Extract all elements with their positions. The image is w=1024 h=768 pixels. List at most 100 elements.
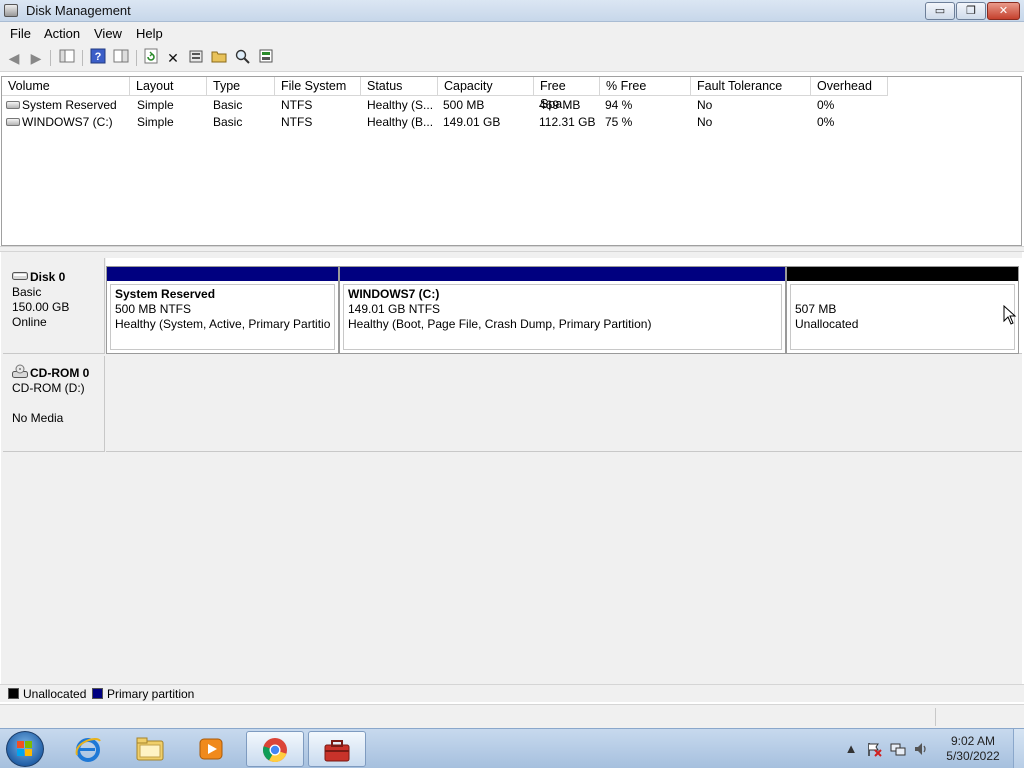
column-header-volume[interactable]: Volume bbox=[2, 77, 130, 96]
network-icon[interactable] bbox=[890, 741, 906, 757]
partition-status: Healthy (Boot, Page File, Crash Dump, Pr… bbox=[348, 317, 652, 331]
legend: Unallocated Primary partition bbox=[0, 684, 1024, 702]
title-bar: Disk Management ▭ ❐ ✕ bbox=[0, 0, 1024, 22]
volume-icon bbox=[6, 118, 20, 126]
partition-size: 500 MB NTFS bbox=[115, 302, 192, 316]
cell-percent-free: 94 % bbox=[605, 98, 633, 112]
column-header-fault-tolerance[interactable]: Fault Tolerance bbox=[691, 77, 811, 96]
hard-disk-icon bbox=[12, 272, 28, 280]
menu-file[interactable]: File bbox=[10, 26, 31, 41]
partition-system-reserved[interactable]: System Reserved 500 MB NTFS Healthy (Sys… bbox=[106, 266, 339, 354]
partition-windows7-c[interactable]: WINDOWS7 (C:) 149.01 GB NTFS Healthy (Bo… bbox=[339, 266, 786, 354]
properties-view-icon[interactable] bbox=[111, 48, 131, 68]
volume-icon[interactable] bbox=[913, 741, 929, 757]
cell-capacity: 149.01 GB bbox=[443, 115, 501, 129]
help-icon[interactable]: ? bbox=[88, 48, 108, 68]
disk-0-status: Online bbox=[12, 315, 47, 329]
partition-size: 149.01 GB NTFS bbox=[348, 302, 441, 316]
internet-explorer-icon bbox=[75, 737, 101, 762]
cell-status: Healthy (S... bbox=[367, 98, 434, 112]
partition-title bbox=[795, 287, 1010, 302]
column-header-capacity[interactable]: Capacity bbox=[438, 77, 534, 96]
taskbar-computer-management[interactable] bbox=[308, 731, 366, 767]
cell-free-space: 112.31 GB bbox=[539, 115, 596, 129]
taskbar-internet-explorer[interactable] bbox=[60, 731, 118, 767]
partition-unallocated[interactable]: 507 MB Unallocated bbox=[786, 266, 1019, 354]
volume-list[interactable]: Volume Layout Type File System Status Ca… bbox=[1, 76, 1022, 246]
legend-swatch-unallocated bbox=[8, 688, 19, 699]
cell-overhead: 0% bbox=[817, 98, 835, 112]
taskbar-chrome[interactable] bbox=[246, 731, 304, 767]
clock-time: 9:02 AM bbox=[950, 734, 996, 748]
chrome-icon bbox=[263, 738, 287, 762]
show-desktop-button[interactable] bbox=[1013, 729, 1024, 768]
computer-management-icon bbox=[324, 740, 350, 762]
cdrom-0-name: CD-ROM 0 bbox=[30, 366, 90, 380]
cell-volume: WINDOWS7 (C:) bbox=[22, 115, 113, 129]
cell-percent-free: 75 % bbox=[605, 115, 633, 129]
media-player-icon bbox=[199, 738, 223, 760]
windows-explorer-icon bbox=[136, 737, 164, 761]
properties-icon[interactable] bbox=[186, 48, 206, 68]
column-header-percent-free[interactable]: % Free bbox=[600, 77, 691, 96]
disk-0-name: Disk 0 bbox=[30, 270, 66, 284]
primary-partition-stripe bbox=[107, 267, 338, 281]
disk-0-type: Basic bbox=[12, 285, 42, 299]
column-header-status[interactable]: Status bbox=[361, 77, 438, 96]
column-header-file-system[interactable]: File System bbox=[275, 77, 361, 96]
menu-view[interactable]: View bbox=[94, 26, 122, 41]
cdrom-0-media: No Media bbox=[12, 411, 64, 425]
cdrom-0-drive: CD-ROM (D:) bbox=[12, 381, 85, 395]
cell-file-system: NTFS bbox=[281, 98, 313, 112]
mouse-cursor-icon bbox=[1003, 305, 1017, 325]
legend-label-unallocated: Unallocated bbox=[23, 687, 87, 701]
disk-management-app-icon bbox=[4, 4, 18, 17]
column-header-free-space[interactable]: Free Spa... bbox=[534, 77, 600, 111]
close-button[interactable]: ✕ bbox=[987, 2, 1020, 20]
unallocated-stripe bbox=[787, 267, 1018, 281]
cell-free-space: 469 MB bbox=[539, 98, 581, 112]
column-header-layout[interactable]: Layout bbox=[130, 77, 207, 96]
windows-logo-icon bbox=[17, 741, 33, 757]
disk-0-size: 150.00 GB bbox=[12, 300, 70, 314]
delete-icon[interactable]: ✕ bbox=[163, 48, 183, 68]
cell-file-system: NTFS bbox=[281, 115, 313, 129]
cell-volume: System Reserved bbox=[22, 98, 117, 112]
cell-overhead: 0% bbox=[817, 115, 835, 129]
cell-capacity: 500 MB bbox=[443, 98, 485, 112]
partition-title: System Reserved bbox=[115, 287, 216, 301]
back-arrow-icon[interactable]: ◀ bbox=[4, 48, 24, 68]
restore-button[interactable]: ❐ bbox=[956, 2, 986, 20]
start-button[interactable] bbox=[6, 731, 44, 767]
legend-swatch-primary bbox=[92, 688, 103, 699]
console-tree-icon[interactable] bbox=[57, 48, 77, 68]
menu-action[interactable]: Action bbox=[44, 26, 80, 41]
show-hidden-icons-icon[interactable]: ▲ bbox=[843, 741, 859, 757]
disk-0-label[interactable]: Disk 0 Basic 150.00 GB Online bbox=[3, 258, 105, 354]
cell-type: Basic bbox=[213, 115, 243, 129]
taskbar-media-player[interactable] bbox=[183, 731, 241, 767]
toolbar: ◀ ▶ ? ✕ bbox=[0, 44, 1024, 72]
cell-fault-tolerance: No bbox=[697, 115, 713, 129]
column-header-type[interactable]: Type bbox=[207, 77, 275, 96]
open-icon[interactable] bbox=[209, 48, 229, 68]
menu-bar: File Action View Help bbox=[0, 22, 1024, 44]
taskbar-windows-explorer[interactable] bbox=[122, 731, 180, 767]
legend-label-primary: Primary partition bbox=[107, 687, 195, 701]
forward-arrow-icon[interactable]: ▶ bbox=[26, 48, 46, 68]
cell-layout: Simple bbox=[137, 115, 174, 129]
column-header-overhead[interactable]: Overhead bbox=[811, 77, 888, 96]
menu-help[interactable]: Help bbox=[136, 26, 163, 41]
explore-icon[interactable] bbox=[232, 48, 252, 68]
refresh-icon[interactable] bbox=[141, 48, 161, 68]
status-section bbox=[935, 708, 936, 726]
disk-0-partitions: System Reserved 500 MB NTFS Healthy (Sys… bbox=[106, 258, 1022, 354]
rescan-disks-icon[interactable] bbox=[256, 48, 276, 68]
minimize-button[interactable]: ▭ bbox=[925, 2, 955, 20]
partition-title: WINDOWS7 (C:) bbox=[348, 287, 440, 301]
cdrom-0-label[interactable]: CD-ROM 0 CD-ROM (D:) No Media bbox=[3, 356, 105, 452]
taskbar: ▲ 9:02 AM 5/30/2022 bbox=[0, 728, 1024, 768]
system-clock[interactable]: 9:02 AM 5/30/2022 bbox=[938, 734, 1008, 764]
svg-text:?: ? bbox=[95, 51, 102, 63]
action-center-flag-icon[interactable] bbox=[866, 741, 882, 757]
